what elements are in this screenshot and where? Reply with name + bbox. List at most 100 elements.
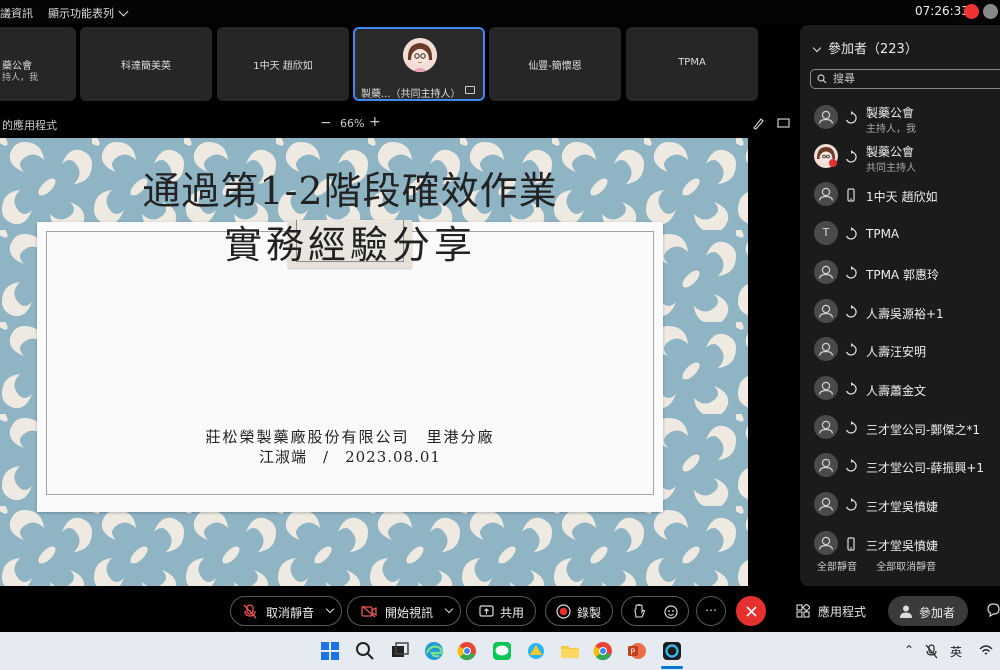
participant-name: TPMA xyxy=(866,227,900,242)
tray-chevron-up-icon[interactable]: ⌃ xyxy=(904,643,914,657)
participant-row[interactable]: 人壽汪安明 xyxy=(800,332,1000,368)
start-video-button[interactable]: 開始視訊 xyxy=(347,596,461,626)
participant-search-input[interactable]: 搜尋 xyxy=(810,69,1000,89)
chevron-down-icon[interactable] xyxy=(325,604,335,614)
app-icon[interactable] xyxy=(526,641,546,661)
participant-name: 人壽吳源裕+1 xyxy=(866,306,944,321)
wifi-icon[interactable] xyxy=(979,644,993,658)
show-menu-bar-toggle[interactable]: 顯示功能表列 xyxy=(48,5,129,21)
person-icon xyxy=(814,530,838,555)
participant-row[interactable]: 製藥公會 共同主持人 xyxy=(800,139,1000,175)
participant-row[interactable]: T TPMA xyxy=(800,216,1000,252)
tile-name: 1中天 趙欣如 xyxy=(253,61,313,72)
mic-muted-tray-icon[interactable] xyxy=(925,644,938,659)
pop-out-icon[interactable] xyxy=(777,117,790,130)
chrome-icon[interactable] xyxy=(457,641,477,661)
tile-role: 持人，我 xyxy=(2,73,39,83)
more-label: ⋯ xyxy=(705,603,717,617)
participant-name: 製藥公會 xyxy=(866,106,915,120)
participant-name: 製藥公會 xyxy=(866,144,915,159)
participants-title: 參加者（223） xyxy=(828,42,918,57)
unmute-all-button[interactable]: 全部取消靜音 xyxy=(876,562,936,573)
participant-row[interactable]: 人壽蕭金文 xyxy=(800,371,1000,407)
zoom-out-button[interactable]: − xyxy=(320,115,332,131)
meeting-info-menu[interactable]: 議資訊 xyxy=(0,5,33,21)
mute-all-button[interactable]: 全部靜音 xyxy=(817,562,857,573)
video-tile-5[interactable]: TPMA xyxy=(626,27,758,101)
raise-hand-icon[interactable] xyxy=(632,604,646,619)
emoji-reaction-icon[interactable] xyxy=(664,604,679,619)
top-menu-bar: 議資訊 顯示功能表列 07:26:33 xyxy=(0,0,1000,24)
person-icon xyxy=(814,105,838,129)
person-icon xyxy=(814,337,838,362)
slide-title-line1: 通過第1-2階段確效作業 xyxy=(142,169,558,213)
slide-author-date: 江淑端 / 2023.08.01 xyxy=(259,448,441,466)
lock-icon[interactable] xyxy=(983,4,998,19)
participant-row[interactable]: 製藥公會 主持人，我 xyxy=(800,100,1000,136)
person-icon xyxy=(814,492,838,516)
participant-row[interactable]: 三才堂吳憤婕 xyxy=(800,526,1000,562)
annotate-icon[interactable] xyxy=(752,117,765,130)
video-tile-4[interactable]: 仙豐-簡懷恩 xyxy=(489,27,621,101)
powerpoint-icon[interactable]: P xyxy=(627,641,647,661)
participant-row[interactable]: 人壽吳源裕+1 xyxy=(800,294,1000,330)
participant-row[interactable]: 1中天 趙欣如 xyxy=(800,177,1000,213)
share-label: 共用 xyxy=(500,606,525,620)
webex-icon[interactable] xyxy=(662,641,682,661)
chrome-icon-2[interactable] xyxy=(593,641,613,661)
participant-role: 共同主持人 xyxy=(866,162,916,174)
tile-name: 仙豐-簡懷恩 xyxy=(528,61,582,72)
chat-icon[interactable] xyxy=(987,603,1000,617)
input-language[interactable]: 英 xyxy=(950,643,962,660)
chevron-down-icon[interactable] xyxy=(444,604,454,614)
zoom-in-button[interactable]: + xyxy=(369,114,381,130)
participant-name: TPMA 郭惠玲 xyxy=(866,267,939,282)
search-icon[interactable] xyxy=(355,641,375,661)
participants-header[interactable]: 參加者（223） xyxy=(812,38,918,57)
file-explorer-icon[interactable] xyxy=(560,641,580,661)
apps-button[interactable]: 應用程式 xyxy=(796,596,880,626)
meeting-controls: 取消靜音 開始視訊 共用 錄製 ⋯ 應用程式 參加者 xyxy=(0,586,1000,632)
phone-sync-icon xyxy=(844,149,858,163)
leave-meeting-button[interactable] xyxy=(736,596,766,626)
share-button[interactable]: 共用 xyxy=(466,596,536,626)
record-button[interactable]: 錄製 xyxy=(545,596,613,626)
start-icon[interactable] xyxy=(320,641,340,661)
line-app-icon[interactable] xyxy=(492,641,512,661)
video-tile-2[interactable]: 1中天 趙欣如 xyxy=(217,27,349,101)
collapse-chevron-icon[interactable] xyxy=(812,43,822,53)
phone-sync-icon xyxy=(844,304,858,318)
record-icon xyxy=(556,604,571,619)
apps-label: 應用程式 xyxy=(818,605,867,619)
participant-row[interactable]: 三才堂公司-鄭傑之*1 xyxy=(800,410,1000,446)
phone-sync-icon xyxy=(844,110,858,124)
photo-avatar xyxy=(814,143,838,168)
video-tile-active[interactable]: 製藥...（共同主持人） xyxy=(353,27,485,101)
apps-grid-icon xyxy=(796,604,810,618)
video-off-icon xyxy=(361,605,377,618)
participant-name: 三才堂吳憤婕 xyxy=(866,538,939,553)
person-icon xyxy=(814,259,838,284)
svg-text:P: P xyxy=(630,647,635,656)
participants-button[interactable]: 參加者 xyxy=(888,596,968,626)
participant-row[interactable]: 三才堂吳憤婕 xyxy=(800,487,1000,523)
participant-name: 三才堂公司-鄭傑之*1 xyxy=(866,422,980,437)
person-icon xyxy=(814,414,838,439)
phone-sync-icon xyxy=(844,342,858,356)
photo-avatar xyxy=(403,38,437,72)
participant-row[interactable]: 三才堂公司-薛振興+1 xyxy=(800,448,1000,484)
phone-sync-icon xyxy=(844,226,858,240)
video-tile-0[interactable]: 藥公會 持人，我 xyxy=(0,27,76,101)
participant-name: 三才堂吳憤婕 xyxy=(866,500,939,514)
search-placeholder: 搜尋 xyxy=(833,72,855,85)
unmute-button[interactable]: 取消靜音 xyxy=(230,596,342,626)
edge-icon[interactable] xyxy=(424,641,444,661)
task-view-icon[interactable] xyxy=(390,641,410,661)
participant-row[interactable]: TPMA 郭惠玲 xyxy=(800,255,1000,291)
more-options-button[interactable]: ⋯ xyxy=(696,596,726,626)
record-indicator-icon xyxy=(964,4,979,19)
participant-name: 1中天 趙欣如 xyxy=(866,190,938,205)
video-tile-1[interactable]: 科達簡美英 xyxy=(80,27,212,101)
close-icon xyxy=(746,606,757,617)
phone-sync-icon xyxy=(844,420,858,434)
